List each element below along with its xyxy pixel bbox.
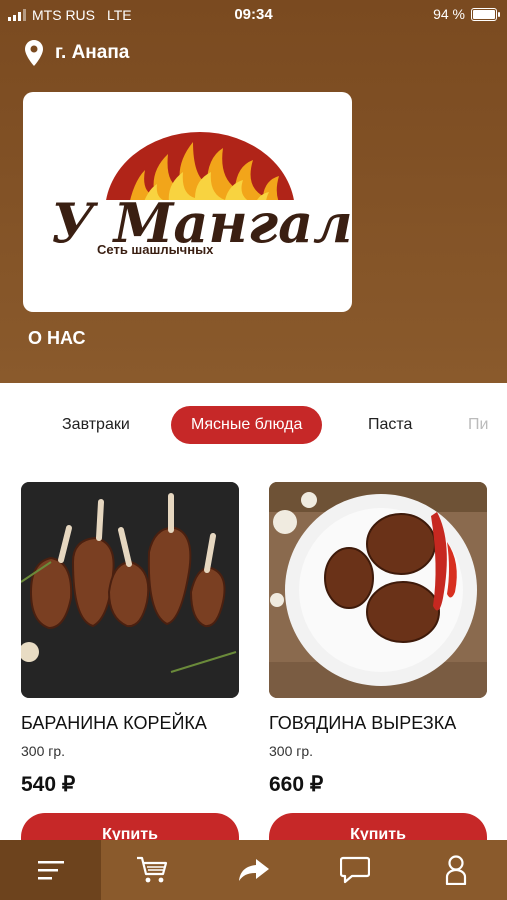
- chat-icon: [339, 856, 370, 884]
- bottom-nav: [0, 840, 507, 900]
- product-image-beef[interactable]: [269, 482, 487, 698]
- battery-percent: 94 %: [433, 6, 465, 22]
- tab-meat-dishes[interactable]: Мясные блюда: [171, 406, 323, 444]
- tab-pizza[interactable]: Пи: [468, 406, 488, 444]
- tab-breakfasts[interactable]: Завтраки: [62, 406, 130, 444]
- tab-pasta[interactable]: Паста: [368, 406, 412, 444]
- nav-share[interactable]: [203, 840, 304, 900]
- product-weight: 300 гр.: [21, 743, 66, 759]
- city-name: г. Анапа: [55, 42, 130, 63]
- logo-card[interactable]: У Мангала Сеть шашлычных: [23, 92, 388, 312]
- nav-cart[interactable]: [101, 840, 202, 900]
- status-bar: MTS RUS LTE 09:34 94 %: [0, 0, 507, 30]
- clock: 09:34: [234, 6, 273, 23]
- nav-profile[interactable]: [405, 840, 506, 900]
- location-pin-icon: [25, 40, 43, 66]
- category-tabs: Завтраки Мясные блюда Паста Пи: [0, 400, 507, 450]
- product-name: БАРАНИНА КОРЕЙКА: [21, 713, 207, 733]
- share-icon: [238, 859, 269, 881]
- header: MTS RUS LTE 09:34 94 % г. Анапа У Мангал…: [0, 0, 507, 383]
- cart-icon: [136, 856, 167, 883]
- product-weight: 300 гр.: [269, 743, 314, 759]
- battery-icon: [471, 7, 500, 21]
- product-price: 660 ₽: [269, 773, 324, 796]
- nav-menu[interactable]: [0, 840, 101, 900]
- about-link[interactable]: О НАС: [28, 328, 86, 349]
- nav-chat[interactable]: [304, 840, 405, 900]
- product-image-lamb[interactable]: [21, 482, 239, 698]
- product-price: 540 ₽: [21, 773, 76, 796]
- logo-tagline: Сеть шашлычных: [97, 242, 214, 257]
- profile-icon: [445, 855, 466, 885]
- product-name: ГОВЯДИНА ВЫРЕЗКА: [269, 713, 457, 733]
- location-selector[interactable]: г. Анапа: [25, 40, 129, 66]
- brand-logo: У Мангала Сеть шашлычных: [51, 132, 388, 257]
- menu-icon: [37, 861, 64, 880]
